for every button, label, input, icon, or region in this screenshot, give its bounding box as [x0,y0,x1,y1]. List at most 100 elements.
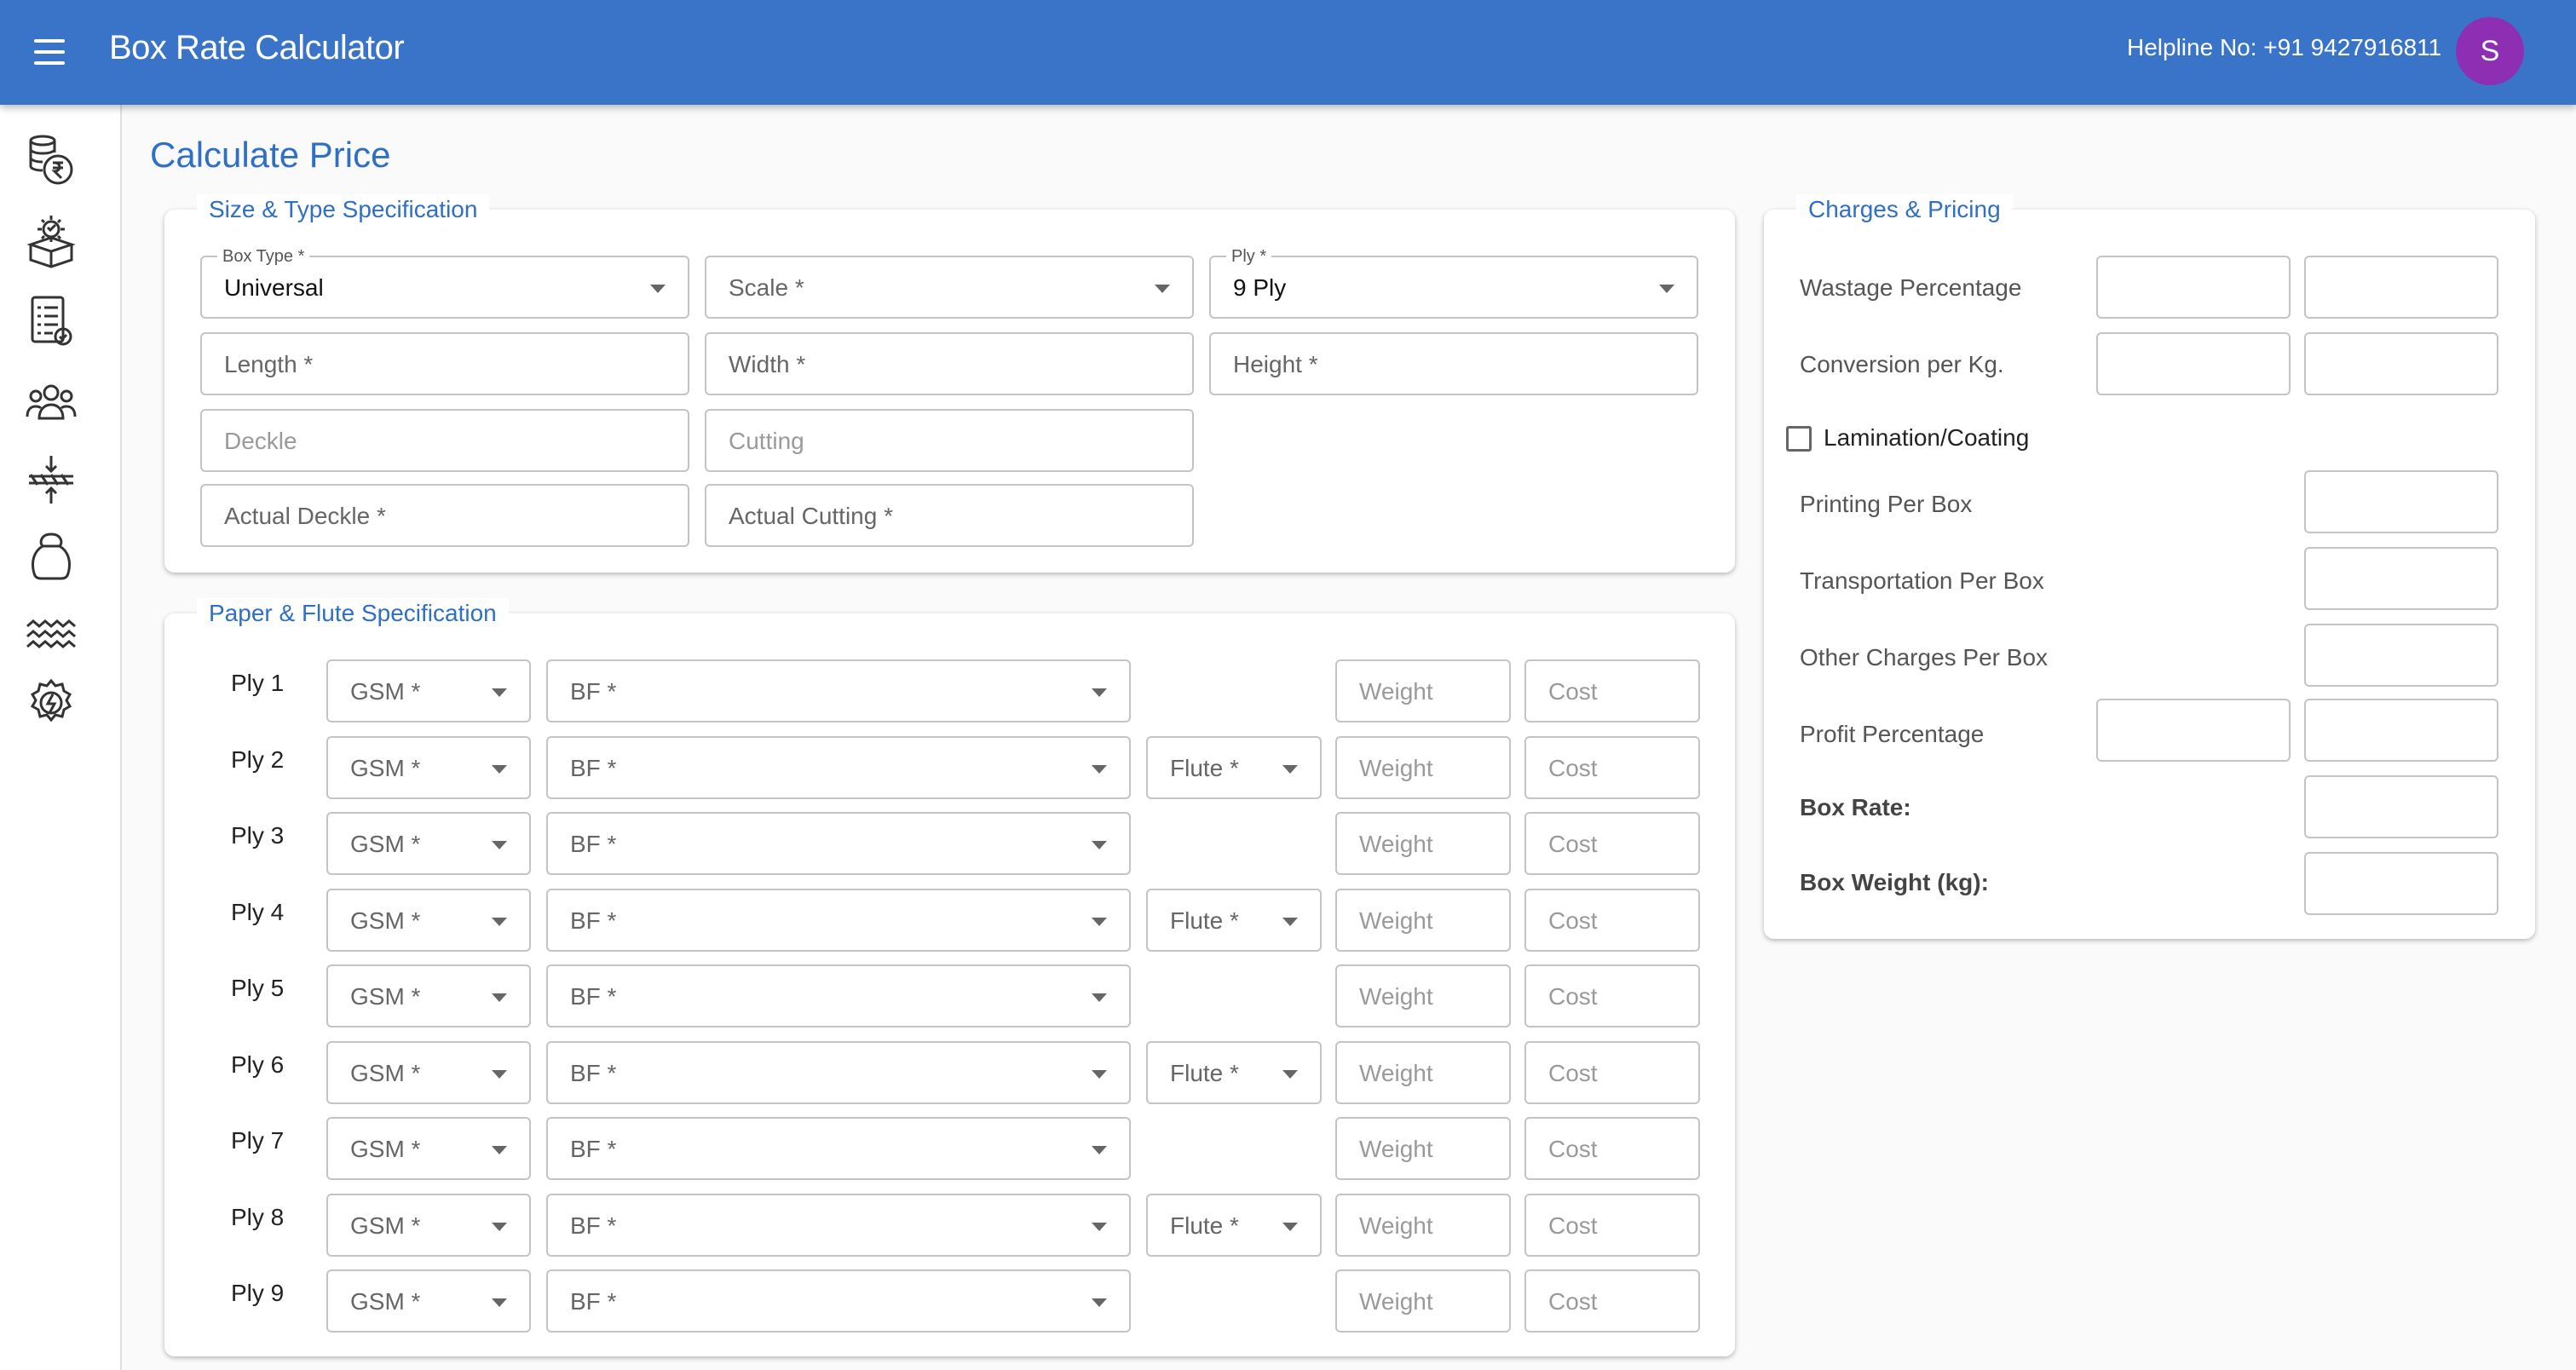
gsm-select[interactable]: GSM * [326,659,531,722]
bf-select[interactable]: BF * [546,1117,1131,1180]
gsm-select[interactable]: GSM * [326,736,531,799]
ply-row-label: Ply 4 [231,899,285,925]
weight-placeholder: Weight [1359,1136,1433,1162]
weight-input[interactable]: Weight [1335,812,1511,875]
gsm-select[interactable]: GSM * [326,1041,531,1104]
ply-row-label: Ply 8 [231,1204,285,1230]
gsm-select[interactable]: GSM * [326,964,531,1028]
flute-select[interactable]: Flute * [1146,1041,1322,1104]
bf-select[interactable]: BF * [546,1194,1131,1257]
bf-select[interactable]: BF * [546,1041,1131,1104]
weight-input[interactable]: Weight [1335,1269,1511,1333]
weight-input[interactable]: Weight [1335,1194,1511,1257]
cutting-input[interactable]: Cutting [705,409,1194,472]
box-type-label: Box Type * [217,247,310,266]
cost-placeholder: Cost [1548,1288,1598,1315]
wastage-input-1[interactable] [2096,256,2291,319]
box-rate-label: Box Rate: [1800,794,1911,820]
flute-select[interactable]: Flute * [1146,889,1322,952]
chevron-down-icon [1282,1070,1298,1079]
conversion-label: Conversion per Kg. [1800,351,2004,377]
profit-input-2[interactable] [2304,699,2498,762]
cost-input[interactable]: Cost [1524,736,1700,799]
bf-select[interactable]: BF * [546,659,1131,722]
length-input[interactable]: Length * [200,332,689,395]
gsm-select[interactable]: GSM * [326,1269,531,1333]
bf-select[interactable]: BF * [546,736,1131,799]
conversion-input-1[interactable] [2096,332,2291,395]
cost-input[interactable]: Cost [1524,1041,1700,1104]
gsm-placeholder: GSM * [350,831,421,857]
cost-input[interactable]: Cost [1524,889,1700,952]
cost-input[interactable]: Cost [1524,812,1700,875]
waves-icon[interactable] [26,607,77,662]
weight-input[interactable]: Weight [1335,736,1511,799]
width-input[interactable]: Width * [705,332,1194,395]
bf-select[interactable]: BF * [546,964,1131,1028]
scale-select[interactable]: Scale * [705,256,1194,319]
weight-input[interactable]: Weight [1335,964,1511,1028]
flute-placeholder: Flute * [1170,1212,1239,1239]
gsm-select[interactable]: GSM * [326,812,531,875]
gsm-placeholder: GSM * [350,1136,421,1162]
conversion-input-2[interactable] [2304,332,2498,395]
actual-cutting-input[interactable]: Actual Cutting * [705,484,1194,547]
height-input[interactable]: Height * [1209,332,1698,395]
bf-placeholder: BF * [570,1060,617,1086]
box-settings-icon[interactable] [26,214,77,268]
bf-select[interactable]: BF * [546,812,1131,875]
cost-placeholder: Cost [1548,678,1598,705]
weight-input[interactable]: Weight [1335,1117,1511,1180]
gear-bolt-icon[interactable] [26,676,77,730]
other-charges-input[interactable] [2304,624,2498,687]
flute-select[interactable]: Flute * [1146,736,1322,799]
weight-input[interactable]: Weight [1335,889,1511,952]
box-type-select[interactable]: Box Type * Universal [200,247,689,319]
cost-input[interactable]: Cost [1524,964,1700,1028]
menu-icon[interactable] [34,39,65,65]
transport-label: Transportation Per Box [1800,567,2044,594]
transport-input[interactable] [2304,547,2498,610]
profit-label: Profit Percentage [1800,721,1985,747]
cost-placeholder: Cost [1548,831,1598,857]
kettlebell-icon[interactable] [26,529,77,584]
cost-input[interactable]: Cost [1524,659,1700,722]
weight-input[interactable]: Weight [1335,1041,1511,1104]
chevron-down-icon [1092,1223,1107,1231]
flute-select[interactable]: Flute * [1146,1194,1322,1257]
sidebar [0,105,122,1370]
bf-placeholder: BF * [570,1288,617,1315]
bf-select[interactable]: BF * [546,889,1131,952]
avatar[interactable]: S [2456,17,2524,85]
ply-select[interactable]: Ply * 9 Ply [1209,247,1698,319]
actual-deckle-placeholder: Actual Deckle * [224,503,386,529]
chevron-down-icon [1092,1298,1107,1307]
chevron-down-icon [1092,918,1107,926]
weight-placeholder: Weight [1359,755,1433,781]
bf-select[interactable]: BF * [546,1269,1131,1333]
wastage-input-2[interactable] [2304,256,2498,319]
ply-row-label: Ply 2 [231,746,285,773]
coins-rupee-icon[interactable] [26,132,77,187]
printing-input[interactable] [2304,470,2498,533]
scale-placeholder: Scale * [729,274,804,301]
cost-input[interactable]: Cost [1524,1269,1700,1333]
checklist-document-icon[interactable] [26,294,77,348]
lamination-checkbox[interactable] [1786,426,1812,452]
cost-input[interactable]: Cost [1524,1194,1700,1257]
deckle-input[interactable]: Deckle [200,409,689,472]
flute-placeholder: Flute * [1170,755,1239,781]
profit-input-1[interactable] [2096,699,2291,762]
weight-input[interactable]: Weight [1335,659,1511,722]
ply-row-label: Ply 9 [231,1280,285,1306]
users-group-icon[interactable] [26,374,77,429]
cutting-placeholder: Cutting [729,428,804,454]
gsm-select[interactable]: GSM * [326,1194,531,1257]
gsm-select[interactable]: GSM * [326,1117,531,1180]
gsm-select[interactable]: GSM * [326,889,531,952]
chevron-down-icon [492,841,507,849]
compress-icon[interactable] [26,452,77,507]
chevron-down-icon [1282,765,1298,774]
actual-deckle-input[interactable]: Actual Deckle * [200,484,689,547]
cost-input[interactable]: Cost [1524,1117,1700,1180]
